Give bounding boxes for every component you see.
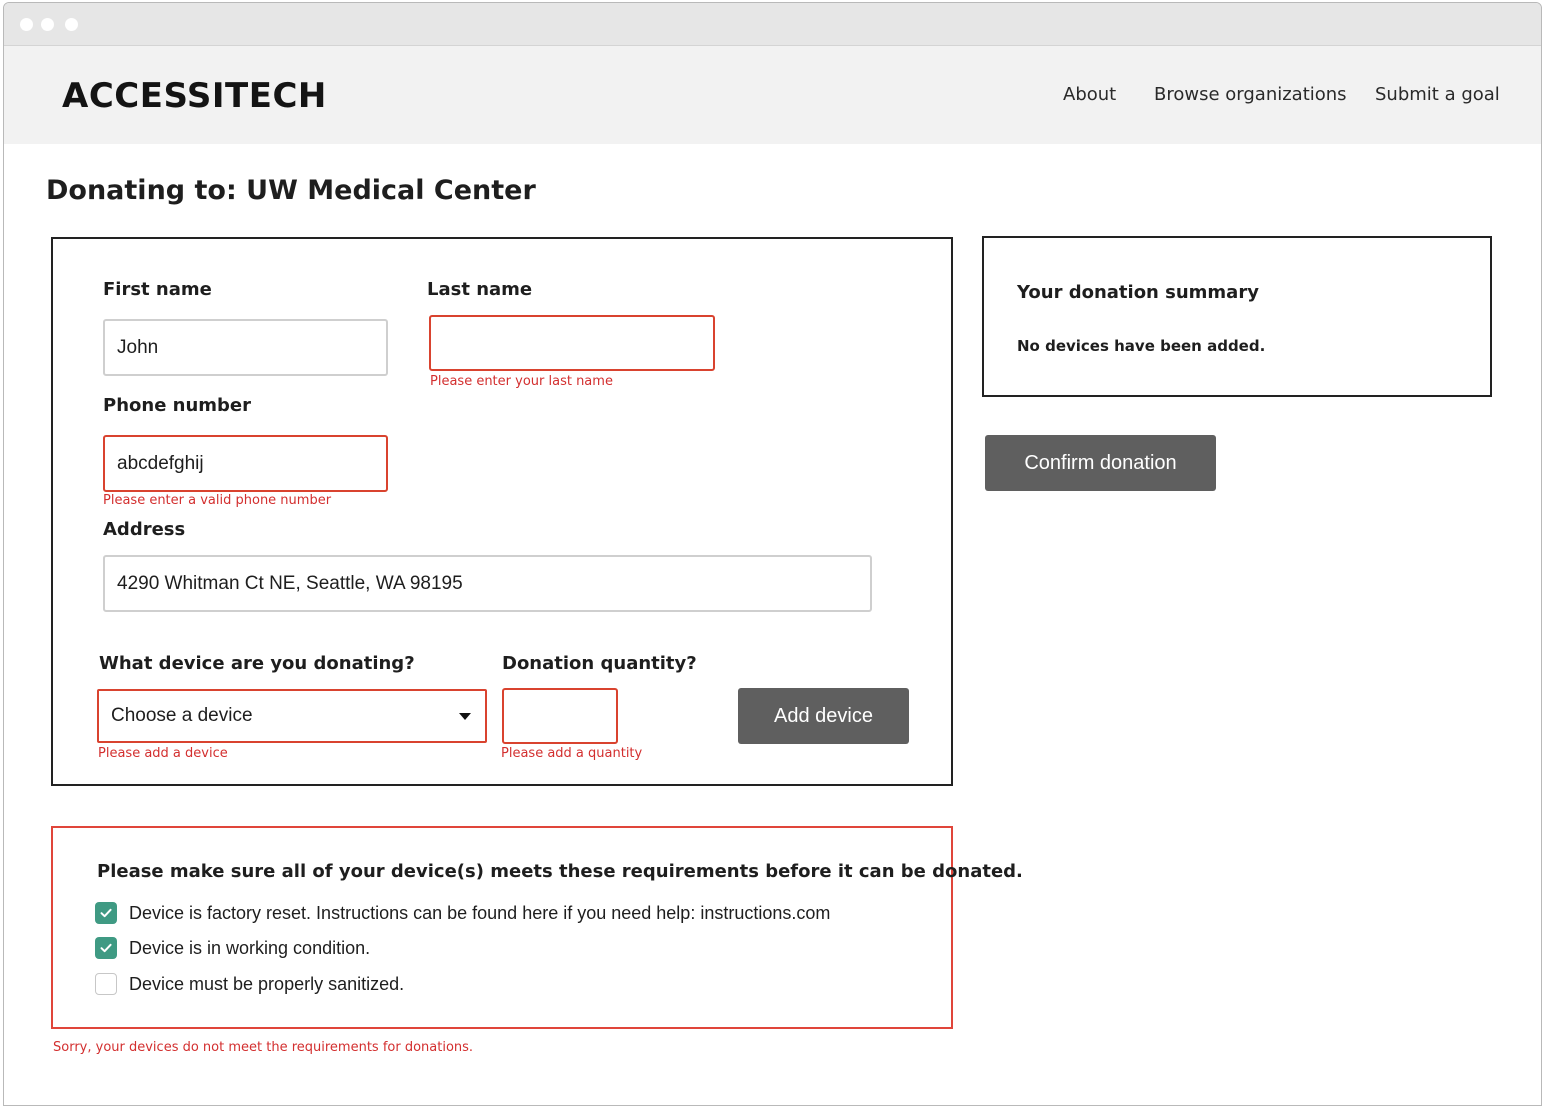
- page-title: Donating to: UW Medical Center: [46, 175, 536, 206]
- window-close-dot[interactable]: [20, 18, 33, 31]
- nav-link-about[interactable]: About: [1063, 84, 1116, 105]
- requirements-error: Sorry, your devices do not meet the requ…: [53, 1040, 474, 1055]
- donation-summary: Your donation summary No devices have be…: [982, 236, 1492, 397]
- confirm-donation-button[interactable]: Confirm donation: [985, 435, 1216, 491]
- site-header: ACCESSITECH About Browse organizations S…: [4, 46, 1541, 144]
- requirement-item[interactable]: Device is factory reset. Instructions ca…: [95, 902, 830, 924]
- checkbox-checked-icon[interactable]: [95, 902, 117, 924]
- first-name-input[interactable]: John: [103, 319, 388, 376]
- quantity-label: Donation quantity?: [502, 653, 697, 674]
- address-input[interactable]: 4290 Whitman Ct NE, Seattle, WA 98195: [103, 555, 872, 612]
- chevron-down-icon: [459, 713, 471, 720]
- device-select[interactable]: Choose a device: [97, 689, 487, 743]
- requirements-box: Please make sure all of your device(s) m…: [51, 826, 1023, 1029]
- requirements-title: Please make sure all of your device(s) m…: [97, 861, 1023, 882]
- checkbox-checked-icon[interactable]: [95, 937, 117, 959]
- phone-label: Phone number: [103, 395, 252, 416]
- phone-error: Please enter a valid phone number: [103, 493, 332, 508]
- first-name-label: First name: [103, 279, 212, 300]
- summary-title: Your donation summary: [1017, 282, 1259, 303]
- requirement-item[interactable]: Device must be properly sanitized.: [95, 973, 404, 995]
- window-maximize-dot[interactable]: [65, 18, 78, 31]
- requirement-text: Device is factory reset. Instructions ca…: [129, 902, 831, 923]
- quantity-input[interactable]: [502, 688, 618, 744]
- last-name-label: Last name: [427, 279, 533, 300]
- add-device-button[interactable]: Add device: [738, 688, 909, 744]
- phone-input[interactable]: abcdefghij: [103, 435, 388, 492]
- donation-form: First name John Last name Please enter y…: [51, 237, 953, 786]
- device-error: Please add a device: [98, 746, 228, 761]
- window-titlebar: [4, 3, 1541, 46]
- nav-link-submit-goal[interactable]: Submit a goal: [1375, 84, 1500, 105]
- last-name-error: Please enter your last name: [430, 374, 613, 389]
- nav-link-browse-organizations[interactable]: Browse organizations: [1154, 84, 1347, 105]
- requirement-text: Device must be properly sanitized.: [129, 973, 405, 994]
- checkbox-unchecked-icon[interactable]: [95, 973, 117, 995]
- site-logo[interactable]: ACCESSITECH: [62, 76, 327, 116]
- quantity-error: Please add a quantity: [501, 746, 643, 761]
- summary-empty-text: No devices have been added.: [1017, 337, 1266, 355]
- device-select-value: Choose a device: [111, 705, 253, 726]
- requirement-text: Device is in working condition.: [129, 937, 371, 958]
- requirement-item[interactable]: Device is in working condition.: [95, 937, 370, 959]
- address-label: Address: [103, 519, 186, 540]
- last-name-input[interactable]: [429, 315, 715, 371]
- window-minimize-dot[interactable]: [41, 18, 54, 31]
- device-label: What device are you donating?: [99, 653, 415, 674]
